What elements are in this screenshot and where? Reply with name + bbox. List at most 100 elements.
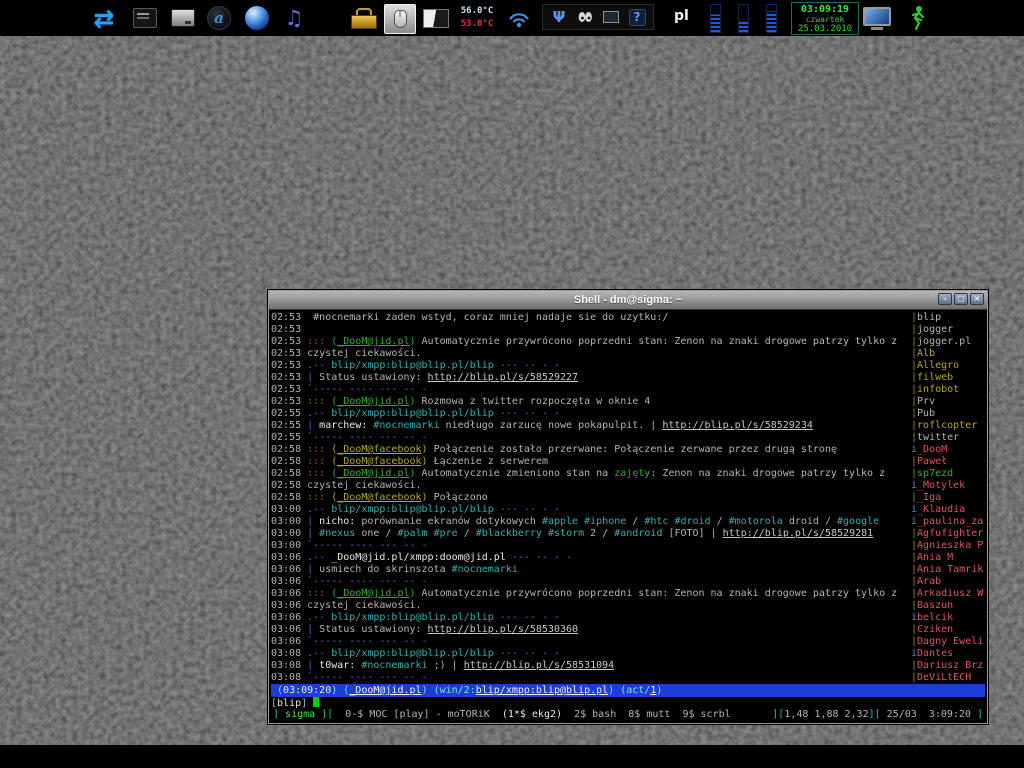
terminal-line: 03:08 .-- blip/xmpp:blip@blip.pl/blip --… bbox=[271, 648, 911, 660]
terminal-line: 03:06 | usmiech do skrinszota #nocnemark… bbox=[271, 564, 911, 576]
window-title: Shell - dm@sigma: ~ bbox=[574, 294, 682, 306]
contact-item: |Agfufighter bbox=[911, 528, 985, 540]
bottom-edge bbox=[0, 745, 1024, 768]
monitor-screen-shape bbox=[863, 7, 891, 26]
terminal-line: 02:53 `----- ---- --- -- - bbox=[271, 384, 911, 396]
pager-arrows-icon[interactable]: ⇄ bbox=[86, 4, 122, 32]
terminal-line: 02:53 czystej ciekawości. bbox=[271, 348, 911, 360]
contact-item: |Baszun bbox=[911, 600, 985, 612]
contact-item: i_Klaudia bbox=[911, 504, 985, 516]
browser-globe-icon[interactable] bbox=[243, 4, 271, 32]
terminal-line: 02:53 #nocnemarki zaden wstyd, coraz mni… bbox=[271, 312, 911, 324]
disk-icon[interactable] bbox=[170, 4, 196, 32]
terminal-line: 02:58 ::: (_DooM@facebook) Łączenie z se… bbox=[271, 456, 911, 468]
terminal-line: 03:00 .-- blip/xmpp:blip@blip.pl/blip --… bbox=[271, 504, 911, 516]
terminal-launcher-icon[interactable] bbox=[132, 4, 158, 32]
contact-item: |filweb bbox=[911, 372, 985, 384]
psi-question-tray-icon[interactable]: ? bbox=[628, 8, 646, 26]
mouse-shape bbox=[394, 10, 407, 28]
contact-item: i_paulina_za bbox=[911, 516, 985, 528]
music-player-icon[interactable]: ♫ bbox=[281, 4, 307, 32]
minimize-button[interactable]: – bbox=[938, 293, 952, 305]
terminal-line: 03:00 `----- ---- --- -- - bbox=[271, 540, 911, 552]
amarok-icon[interactable]: a bbox=[206, 4, 232, 32]
terminal-line: 03:08 | t0war: #nocnemarki ;) | http://b… bbox=[271, 660, 911, 672]
display-shape bbox=[603, 11, 619, 23]
contact-item: |jogger.pl bbox=[911, 336, 985, 348]
mouse-icon[interactable] bbox=[384, 4, 416, 34]
temperature-bottom: 53.0°C bbox=[453, 18, 501, 31]
terminal-line: 02:58 ::: (_DooM@jid.pl) Automatycznie z… bbox=[271, 468, 911, 480]
terminal-line: 02:55 .-- blip/xmpp:blip@blip.pl/blip --… bbox=[271, 408, 911, 420]
clock: 03:09:19 czwartek 25.03.2010 bbox=[791, 2, 859, 35]
toolbox-icon[interactable] bbox=[349, 4, 379, 32]
music-note-glyph: ♫ bbox=[285, 6, 304, 30]
screenbar-left: ] sigma ][ 0-$ MOC [play] - moTORiK (1*$… bbox=[273, 709, 731, 721]
psi-glyph: Ψ bbox=[553, 8, 566, 26]
terminal-line: 03:00 | nicho: porównanie ekranów dotyko… bbox=[271, 516, 911, 528]
contact-item: |blip bbox=[911, 312, 985, 324]
contact-item: |Dariusz Brz bbox=[911, 660, 985, 672]
temperature-top: 56.0°C bbox=[453, 5, 501, 18]
contact-item: |Ania Tamrik bbox=[911, 564, 985, 576]
system-meters bbox=[710, 4, 777, 33]
terminal-line: 03:00 | #nexus one / #palm #pre / #black… bbox=[271, 528, 911, 540]
input-line[interactable]: [blip] bbox=[271, 697, 985, 709]
screenshot-icon[interactable] bbox=[421, 4, 451, 32]
terminal-line: 03:06 `----- ---- --- -- - bbox=[271, 576, 911, 588]
meter-3 bbox=[766, 4, 777, 33]
display-tray-icon[interactable] bbox=[602, 8, 620, 26]
screen-hardstatus: ] sigma ][ 0-$ MOC [play] - moTORiK (1*$… bbox=[271, 709, 985, 721]
toolbox-body bbox=[351, 15, 377, 29]
clock-weekday: czwartek bbox=[792, 15, 858, 24]
monitor-base-shape bbox=[871, 27, 883, 30]
contact-item: |Agnieszka P bbox=[911, 540, 985, 552]
terminal[interactable]: 02:53 #nocnemarki zaden wstyd, coraz mni… bbox=[269, 310, 987, 723]
terminal-screen-shape bbox=[133, 8, 157, 28]
contact-item: i_DooM bbox=[911, 444, 985, 456]
terminal-line: 03:06 `----- ---- --- -- - bbox=[271, 636, 911, 648]
wifi-signal-icon bbox=[504, 4, 534, 32]
contact-item: |Prv bbox=[911, 396, 985, 408]
shell-window: Shell - dm@sigma: ~ – □ × 02:53 #nocnema… bbox=[268, 290, 988, 724]
window-titlebar[interactable]: Shell - dm@sigma: ~ – □ × bbox=[269, 291, 987, 310]
psi-tray-icon[interactable]: Ψ bbox=[550, 8, 568, 26]
contact-item: |twitter bbox=[911, 432, 985, 444]
terminal-body: 02:53 #nocnemarki zaden wstyd, coraz mni… bbox=[271, 312, 985, 684]
display-settings-icon[interactable] bbox=[862, 4, 892, 32]
contact-item: ibelcik bbox=[911, 612, 985, 624]
terminal-line: 02:53 ::: (_DooM@jid.pl) Automatycznie p… bbox=[271, 336, 911, 348]
terminal-line: 02:58 czystej ciekawości. bbox=[271, 480, 911, 492]
terminal-line: 02:53 ::: (_DooM@jid.pl) Rozmowa z twitt… bbox=[271, 396, 911, 408]
terminal-line: 03:06 ::: (_DooM@jid.pl) Automatycznie p… bbox=[271, 588, 911, 600]
toolbox-handle bbox=[356, 8, 372, 15]
contact-item: |Ania M bbox=[911, 552, 985, 564]
clock-date: 25.03.2010 bbox=[792, 24, 858, 34]
terminal-line: 02:53 bbox=[271, 324, 911, 336]
terminal-line: 02:55 `----- ---- --- -- - bbox=[271, 432, 911, 444]
keyboard-layout-indicator[interactable]: pl bbox=[674, 8, 689, 24]
logout-runner-icon[interactable] bbox=[902, 4, 932, 32]
contact-item: |Pub bbox=[911, 408, 985, 420]
contact-item: |Arab bbox=[911, 576, 985, 588]
window-buttons: – □ × bbox=[938, 293, 984, 305]
terminal-line: 03:06 | Status ustawiony: http://blip.pl… bbox=[271, 624, 911, 636]
temperature-monitor: 56.0°C 53.0°C bbox=[453, 5, 501, 31]
top-panel: ⇄ a ♫ 56.0°C 53.0°C Ψ ? pl 03:09:19 bbox=[0, 0, 1024, 36]
amarok-glyph: a bbox=[207, 6, 231, 30]
maximize-button[interactable]: □ bbox=[954, 293, 968, 305]
terminal-line: 03:06 .-- _DooM@jid.pl/xmpp:doom@jid.pl … bbox=[271, 552, 911, 564]
system-tray: Ψ ? bbox=[542, 4, 654, 30]
terminal-buffer: 02:53 #nocnemarki zaden wstyd, coraz mni… bbox=[271, 312, 911, 684]
meter-1 bbox=[710, 4, 721, 33]
close-button[interactable]: × bbox=[970, 293, 984, 305]
meter-2 bbox=[738, 4, 749, 33]
contact-item: |Paweł bbox=[911, 456, 985, 468]
eyes-tray-icon[interactable] bbox=[576, 8, 594, 26]
contact-item: |Cziken bbox=[911, 624, 985, 636]
terminal-line: 02:53 | Status ustawiony: http://blip.pl… bbox=[271, 372, 911, 384]
terminal-line: 03:06 .-- blip/xmpp:blip@blip.pl/blip --… bbox=[271, 612, 911, 624]
contact-item: |jogger bbox=[911, 324, 985, 336]
terminal-line: 03:06 czystej ciekawości. bbox=[271, 600, 911, 612]
contact-item: |Dagny Eweli bbox=[911, 636, 985, 648]
